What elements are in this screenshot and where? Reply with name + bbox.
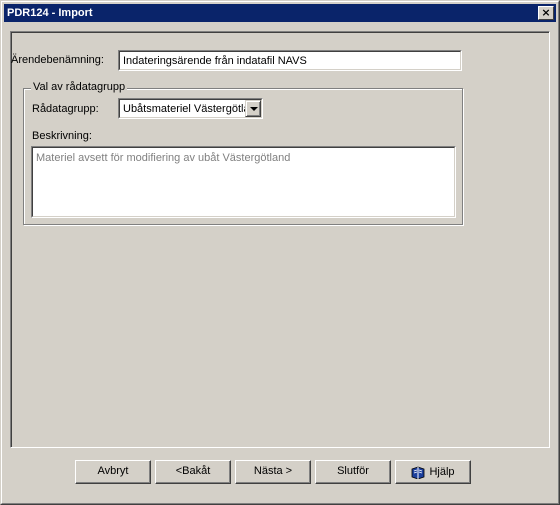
- case-name-value: Indateringsärende från indatafil NAVS: [119, 51, 461, 70]
- help-button[interactable]: Hjälp: [395, 460, 471, 484]
- case-name-label: Ärendebenämning:: [11, 54, 104, 66]
- back-button[interactable]: <Bakåt: [155, 460, 231, 484]
- close-button[interactable]: ×: [538, 6, 554, 20]
- description-value: Materiel avsett för modifiering av ubåt …: [32, 147, 455, 217]
- close-icon: ×: [541, 6, 551, 19]
- window-title: PDR124 - Import: [7, 7, 93, 19]
- help-book-icon: [412, 466, 425, 479]
- case-name-field[interactable]: Indateringsärende från indatafil NAVS: [118, 50, 462, 71]
- raw-data-group-label: Rådatagrupp:: [32, 103, 99, 115]
- raw-data-group-value: Ubåtsmateriel Västergötla: [123, 103, 250, 115]
- raw-data-group-select[interactable]: Ubåtsmateriel Västergötla: [118, 98, 263, 119]
- import-dialog: PDR124 - Import × Ärendebenämning: Indat…: [0, 0, 560, 505]
- help-button-label: Hjälp: [429, 465, 455, 478]
- group-box-legend: Val av rådatagrupp: [31, 81, 128, 93]
- description-label: Beskrivning:: [32, 130, 92, 142]
- title-bar: PDR124 - Import ×: [4, 4, 556, 22]
- cancel-button[interactable]: Avbryt: [75, 460, 151, 484]
- dropdown-arrow-icon[interactable]: [245, 100, 261, 117]
- finish-button[interactable]: Slutför: [315, 460, 391, 484]
- description-textarea[interactable]: Materiel avsett för modifiering av ubåt …: [31, 146, 456, 218]
- next-button[interactable]: Nästa >: [235, 460, 311, 484]
